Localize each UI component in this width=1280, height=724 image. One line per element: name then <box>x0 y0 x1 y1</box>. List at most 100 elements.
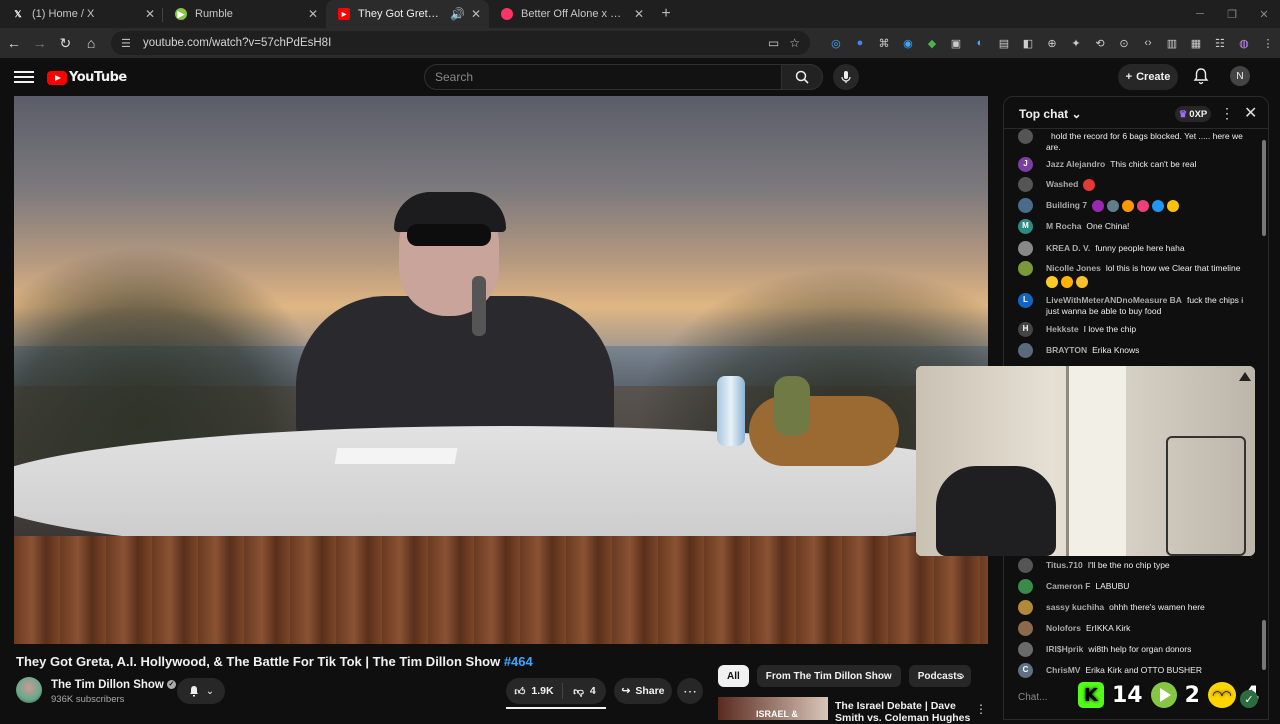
chat-avatar[interactable] <box>1018 198 1033 213</box>
subscribed-notifications-button[interactable]: ⌄ <box>177 678 225 704</box>
extension-icon[interactable]: ◐ <box>968 31 992 55</box>
chat-author-name[interactable]: Hekkste <box>1046 324 1079 334</box>
voice-search-button[interactable] <box>833 64 859 90</box>
chat-author-name[interactable]: M Rocha <box>1046 221 1081 231</box>
chat-author-name[interactable]: KREA D. V. <box>1046 243 1090 253</box>
recommended-title[interactable]: The Israel Debate | Dave Smith vs. Colem… <box>835 700 975 724</box>
chat-author-name[interactable]: Washed <box>1046 179 1078 189</box>
extension-icon[interactable]: ◆ <box>920 31 944 55</box>
devtools-icon[interactable]: ‹› <box>1136 31 1160 55</box>
chip-from-channel[interactable]: From The Tim Dillon Show <box>756 665 901 687</box>
close-tab-icon[interactable]: ✕ <box>308 7 318 21</box>
extension-icon[interactable]: ⊙ <box>1112 31 1136 55</box>
chat-author-name[interactable]: Jazz Alejandro <box>1046 159 1105 169</box>
share-button[interactable]: ↪ Share <box>614 678 672 704</box>
bookmark-star-icon[interactable]: ☆ <box>789 36 800 50</box>
chat-avatar[interactable] <box>1018 343 1033 358</box>
maximize-icon[interactable]: ❐ <box>1216 0 1248 28</box>
chat-avatar[interactable]: M <box>1018 219 1033 234</box>
chat-avatar[interactable] <box>1018 642 1033 657</box>
menu-icon[interactable]: ⋮ <box>1256 31 1280 55</box>
minimize-icon[interactable]: ─ <box>1184 0 1216 28</box>
video-player[interactable] <box>14 96 988 644</box>
audio-icon[interactable]: 🔊 <box>450 7 465 21</box>
close-chat-icon[interactable]: ✕ <box>1244 103 1257 123</box>
puzzle-icon[interactable]: ✦ <box>1064 31 1088 55</box>
chat-avatar[interactable]: J <box>1018 157 1033 172</box>
chat-author-name[interactable]: sassy kuchiha <box>1046 602 1104 612</box>
chat-avatar[interactable]: C <box>1018 663 1033 678</box>
chat-author-name[interactable]: Nolofors <box>1046 623 1081 633</box>
extension-icon[interactable]: ⌘ <box>872 31 896 55</box>
chat-avatar[interactable] <box>1018 177 1033 192</box>
sidebar-icon[interactable]: ▥ <box>1160 31 1184 55</box>
chat-author-name[interactable]: Nicolle Jones <box>1046 263 1101 273</box>
extension-icon[interactable]: ● <box>848 31 872 55</box>
extension-icon[interactable]: ◧ <box>1016 31 1040 55</box>
account-avatar[interactable]: N <box>1230 66 1250 86</box>
browser-tab-rumble[interactable]: ▶ Rumble ✕ <box>163 0 326 28</box>
like-button[interactable]: 👍︎ 1.9K <box>506 683 563 699</box>
close-window-icon[interactable]: ✕ <box>1248 0 1280 28</box>
chat-avatar[interactable] <box>1018 579 1033 594</box>
browser-tab-youtube[interactable]: ▶ They Got Greta, A.I. Hollywood 🔊 ✕ <box>326 0 489 28</box>
hamburger-menu-icon[interactable] <box>14 68 34 86</box>
extension-icon[interactable]: ▤ <box>992 31 1016 55</box>
hashtag-link[interactable]: #464 <box>504 654 533 669</box>
reload-icon[interactable]: ↻ <box>54 31 78 55</box>
extension-icon[interactable]: ▦ <box>1184 31 1208 55</box>
url-text[interactable]: youtube.com/watch?v=57chPdEsH8I <box>143 37 758 49</box>
chat-avatar[interactable]: L <box>1018 293 1033 308</box>
chat-menu-icon[interactable]: ⋮ <box>1220 105 1234 122</box>
history-icon[interactable]: ⟲ <box>1088 31 1112 55</box>
extension-icon[interactable]: ◎ <box>824 31 848 55</box>
new-tab-button[interactable]: + <box>652 0 680 28</box>
search-input[interactable]: Search <box>424 64 782 90</box>
chip-all[interactable]: All <box>718 665 749 687</box>
extension-icon[interactable]: ▣ <box>944 31 968 55</box>
youtube-logo[interactable]: YouTube <box>47 70 127 85</box>
channel-name[interactable]: The Tim Dillon Show ✓ <box>51 679 176 691</box>
more-actions-button[interactable]: ⋯ <box>677 678 703 704</box>
channel-name-text[interactable]: The Tim Dillon Show <box>51 679 164 691</box>
extension-icon[interactable]: ⊕ <box>1040 31 1064 55</box>
xp-badge[interactable]: ♛ 0XP <box>1175 106 1211 122</box>
chat-author-name[interactable]: Building 7 <box>1046 200 1087 210</box>
chat-avatar[interactable] <box>1018 558 1033 573</box>
browser-tab-x[interactable]: 𝕏 (1) Home / X ✕ <box>0 0 163 28</box>
extension-icon[interactable]: ◉ <box>896 31 920 55</box>
home-icon[interactable]: ⌂ <box>79 31 103 55</box>
chat-author-name[interactable]: ChrisMV <box>1046 665 1080 675</box>
create-button[interactable]: + Create <box>1118 64 1178 90</box>
notifications-bell-icon[interactable] <box>1192 67 1210 85</box>
tab-search-icon[interactable]: ☷ <box>1208 31 1232 55</box>
forward-icon[interactable]: → <box>28 31 52 55</box>
chat-author-name[interactable]: LiveWithMeterANDnoMeasure BA <box>1046 295 1182 305</box>
site-info-icon[interactable]: ☰ <box>121 37 135 50</box>
browser-tab-music[interactable]: Better Off Alone x Clarity (agai ✕ <box>489 0 652 28</box>
close-tab-icon[interactable]: ✕ <box>634 7 644 21</box>
chat-author-name[interactable]: Titus.710 <box>1046 560 1083 570</box>
chat-avatar[interactable] <box>1018 129 1033 144</box>
chat-author-name[interactable]: IRI$Hprik <box>1046 644 1083 654</box>
close-tab-icon[interactable]: ✕ <box>145 7 155 21</box>
chat-avatar[interactable] <box>1018 621 1033 636</box>
chat-scrollbar[interactable] <box>1262 140 1266 236</box>
chat-avatar[interactable]: H <box>1018 322 1033 337</box>
recommended-thumbnail[interactable]: ISRAEL & <box>718 697 828 720</box>
search-button[interactable] <box>781 64 823 90</box>
chat-author-name[interactable]: Cameron F <box>1046 581 1090 591</box>
address-bar[interactable]: ☰ youtube.com/watch?v=57chPdEsH8I ▭ ☆ <box>111 31 810 55</box>
chat-avatar[interactable] <box>1018 241 1033 256</box>
chevron-right-icon[interactable]: › <box>960 667 965 683</box>
install-icon[interactable]: ▭ <box>768 36 779 50</box>
chat-avatar[interactable] <box>1018 600 1033 615</box>
chat-input[interactable]: Chat... <box>1018 692 1047 703</box>
chat-scrollbar-thumb[interactable] <box>1262 620 1266 670</box>
close-tab-icon[interactable]: ✕ <box>471 7 481 21</box>
dislike-button[interactable]: 👎︎ 4 <box>563 685 606 698</box>
chat-avatar[interactable] <box>1018 261 1033 276</box>
channel-avatar[interactable] <box>16 677 42 703</box>
profile-icon[interactable]: ◍ <box>1232 31 1256 55</box>
chat-mode-dropdown[interactable]: Top chat ⌄ <box>1019 107 1082 121</box>
